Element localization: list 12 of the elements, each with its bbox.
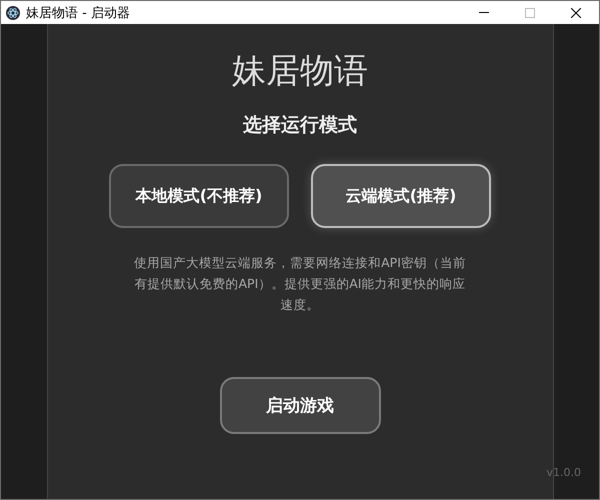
start-game-button[interactable]: 启动游戏 xyxy=(220,377,380,434)
close-icon[interactable] xyxy=(571,8,581,18)
mode-button[interactable]: 云端模式(推荐) xyxy=(311,164,491,228)
minimize-icon[interactable] xyxy=(479,12,489,13)
mode-button[interactable]: 本地模式(不推荐) xyxy=(109,164,289,228)
mode-description: 使用国产大模型云端服务，需要网络连接和API密钥（当前有提供默认免费的API）。提供更强的AI能力和更快的响应速度。 xyxy=(133,254,467,314)
version-label: v1.0.0 xyxy=(546,466,581,479)
maximize-icon[interactable] xyxy=(525,8,535,18)
mode-heading: 选择运行模式 xyxy=(243,113,357,138)
app-icon xyxy=(6,6,20,20)
game-title: 妹居物语 xyxy=(232,50,368,93)
window-title: 妹居物语 - 启动器 xyxy=(26,4,131,22)
